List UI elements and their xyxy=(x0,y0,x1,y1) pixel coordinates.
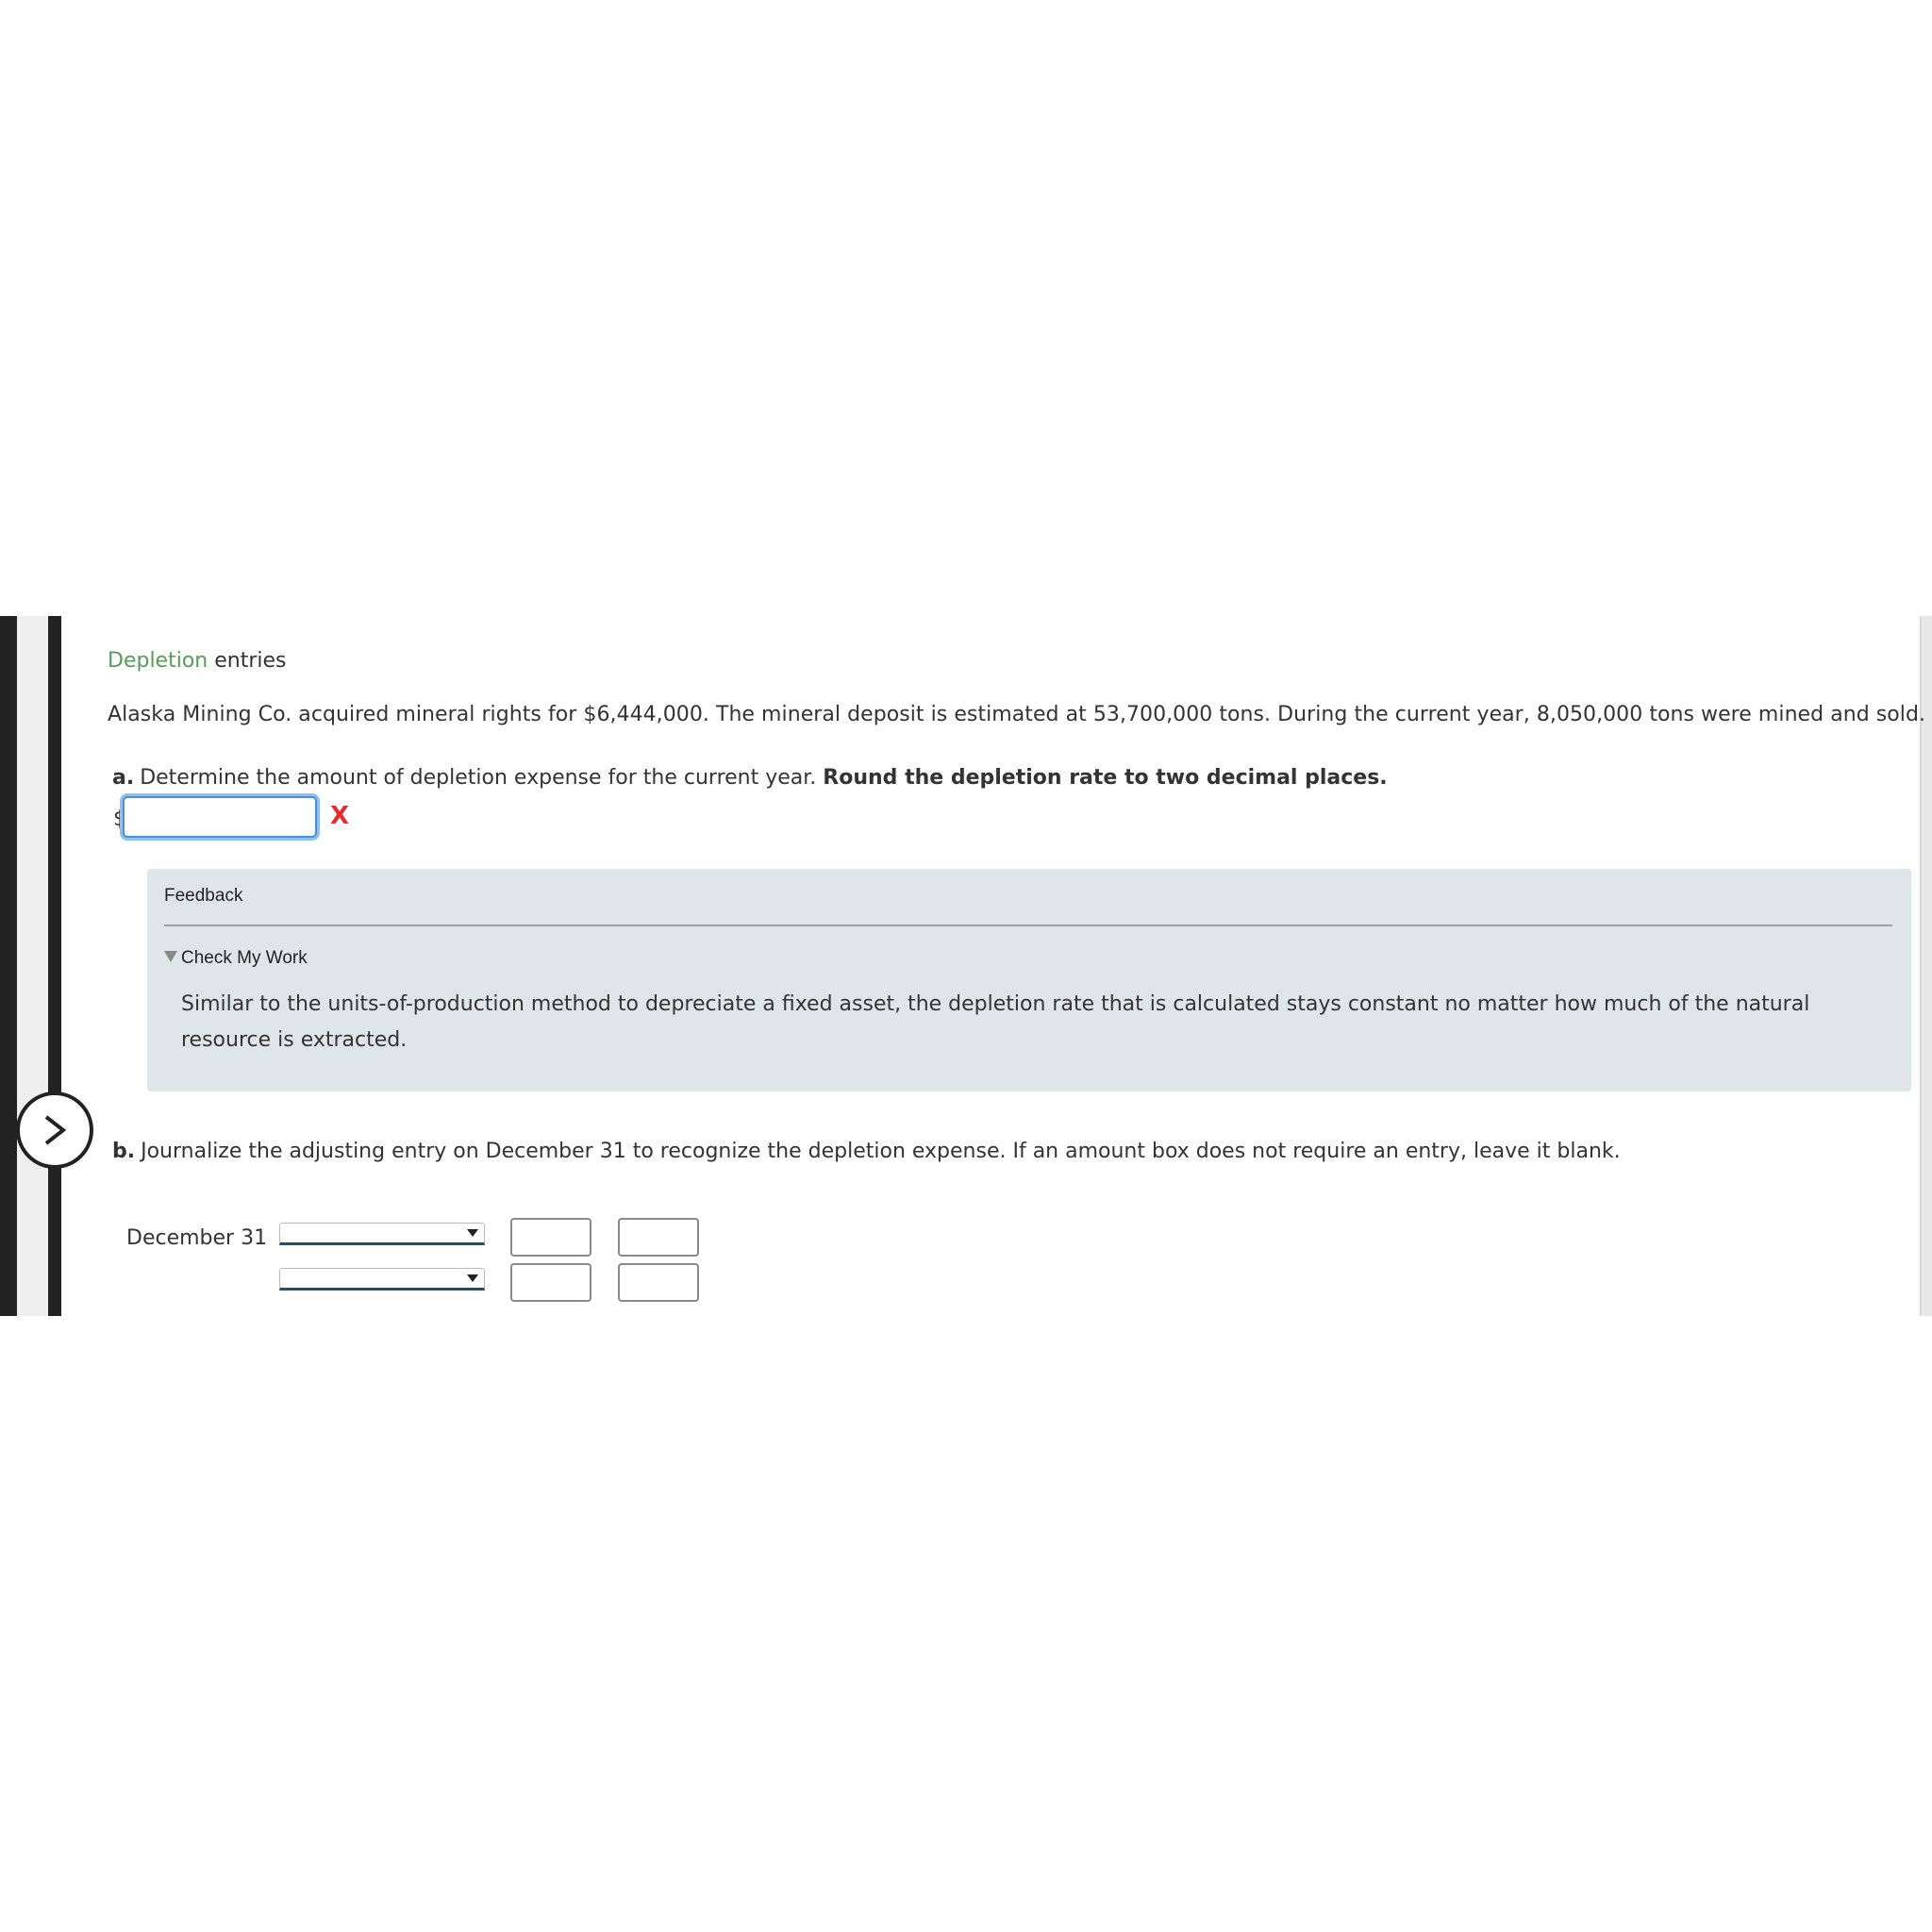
caret-down-icon xyxy=(467,1229,478,1237)
check-my-work-label: Check My Work xyxy=(181,948,308,968)
title-rest: entries xyxy=(208,649,287,673)
incorrect-mark-icon: X xyxy=(330,802,350,830)
journal-date: December 31 xyxy=(126,1226,268,1250)
problem-statement: Alaska Mining Co. acquired mineral right… xyxy=(108,703,1926,726)
credit-input-2[interactable] xyxy=(618,1263,699,1302)
check-my-work-toggle[interactable]: Check My Work xyxy=(164,948,308,969)
debit-input-2[interactable] xyxy=(510,1263,591,1302)
feedback-title: Feedback xyxy=(164,886,243,906)
feedback-divider xyxy=(164,924,1892,926)
part-b-prompt: b. Journalize the adjusting entry on Dece… xyxy=(112,1140,1621,1163)
left-rail-dark-inner xyxy=(48,616,61,1316)
left-rail-light xyxy=(17,616,48,1316)
part-b-text: Journalize the adjusting entry on Decemb… xyxy=(141,1140,1621,1163)
left-rail-dark xyxy=(0,616,17,1316)
account-dropdown-1[interactable] xyxy=(279,1223,485,1245)
credit-input-1[interactable] xyxy=(618,1218,699,1257)
feedback-text: Similar to the units-of-production metho… xyxy=(181,992,1810,1052)
part-a-instruction: Round the depletion rate to two decimal … xyxy=(823,766,1388,790)
problem-title: Depletion entries xyxy=(108,649,287,673)
account-dropdown-2[interactable] xyxy=(279,1268,485,1291)
next-question-button[interactable] xyxy=(16,1091,93,1169)
depletion-expense-input[interactable] xyxy=(123,796,317,838)
chevron-right-icon xyxy=(44,1115,67,1145)
question-panel: Depletion entries Alaska Mining Co. acqu… xyxy=(0,616,1932,1316)
triangle-down-icon xyxy=(164,951,177,962)
depletion-link[interactable]: Depletion xyxy=(108,649,208,673)
caret-down-icon xyxy=(467,1274,478,1282)
feedback-panel: Feedback Check My Work Similar to the un… xyxy=(147,869,1911,1091)
part-a-label: a. xyxy=(112,766,135,790)
part-b-label: b. xyxy=(112,1140,136,1163)
part-a-prompt: a. Determine the amount of depletion expe… xyxy=(112,766,1388,790)
part-a-text: Determine the amount of depletion expens… xyxy=(140,766,824,790)
debit-input-1[interactable] xyxy=(510,1218,591,1257)
